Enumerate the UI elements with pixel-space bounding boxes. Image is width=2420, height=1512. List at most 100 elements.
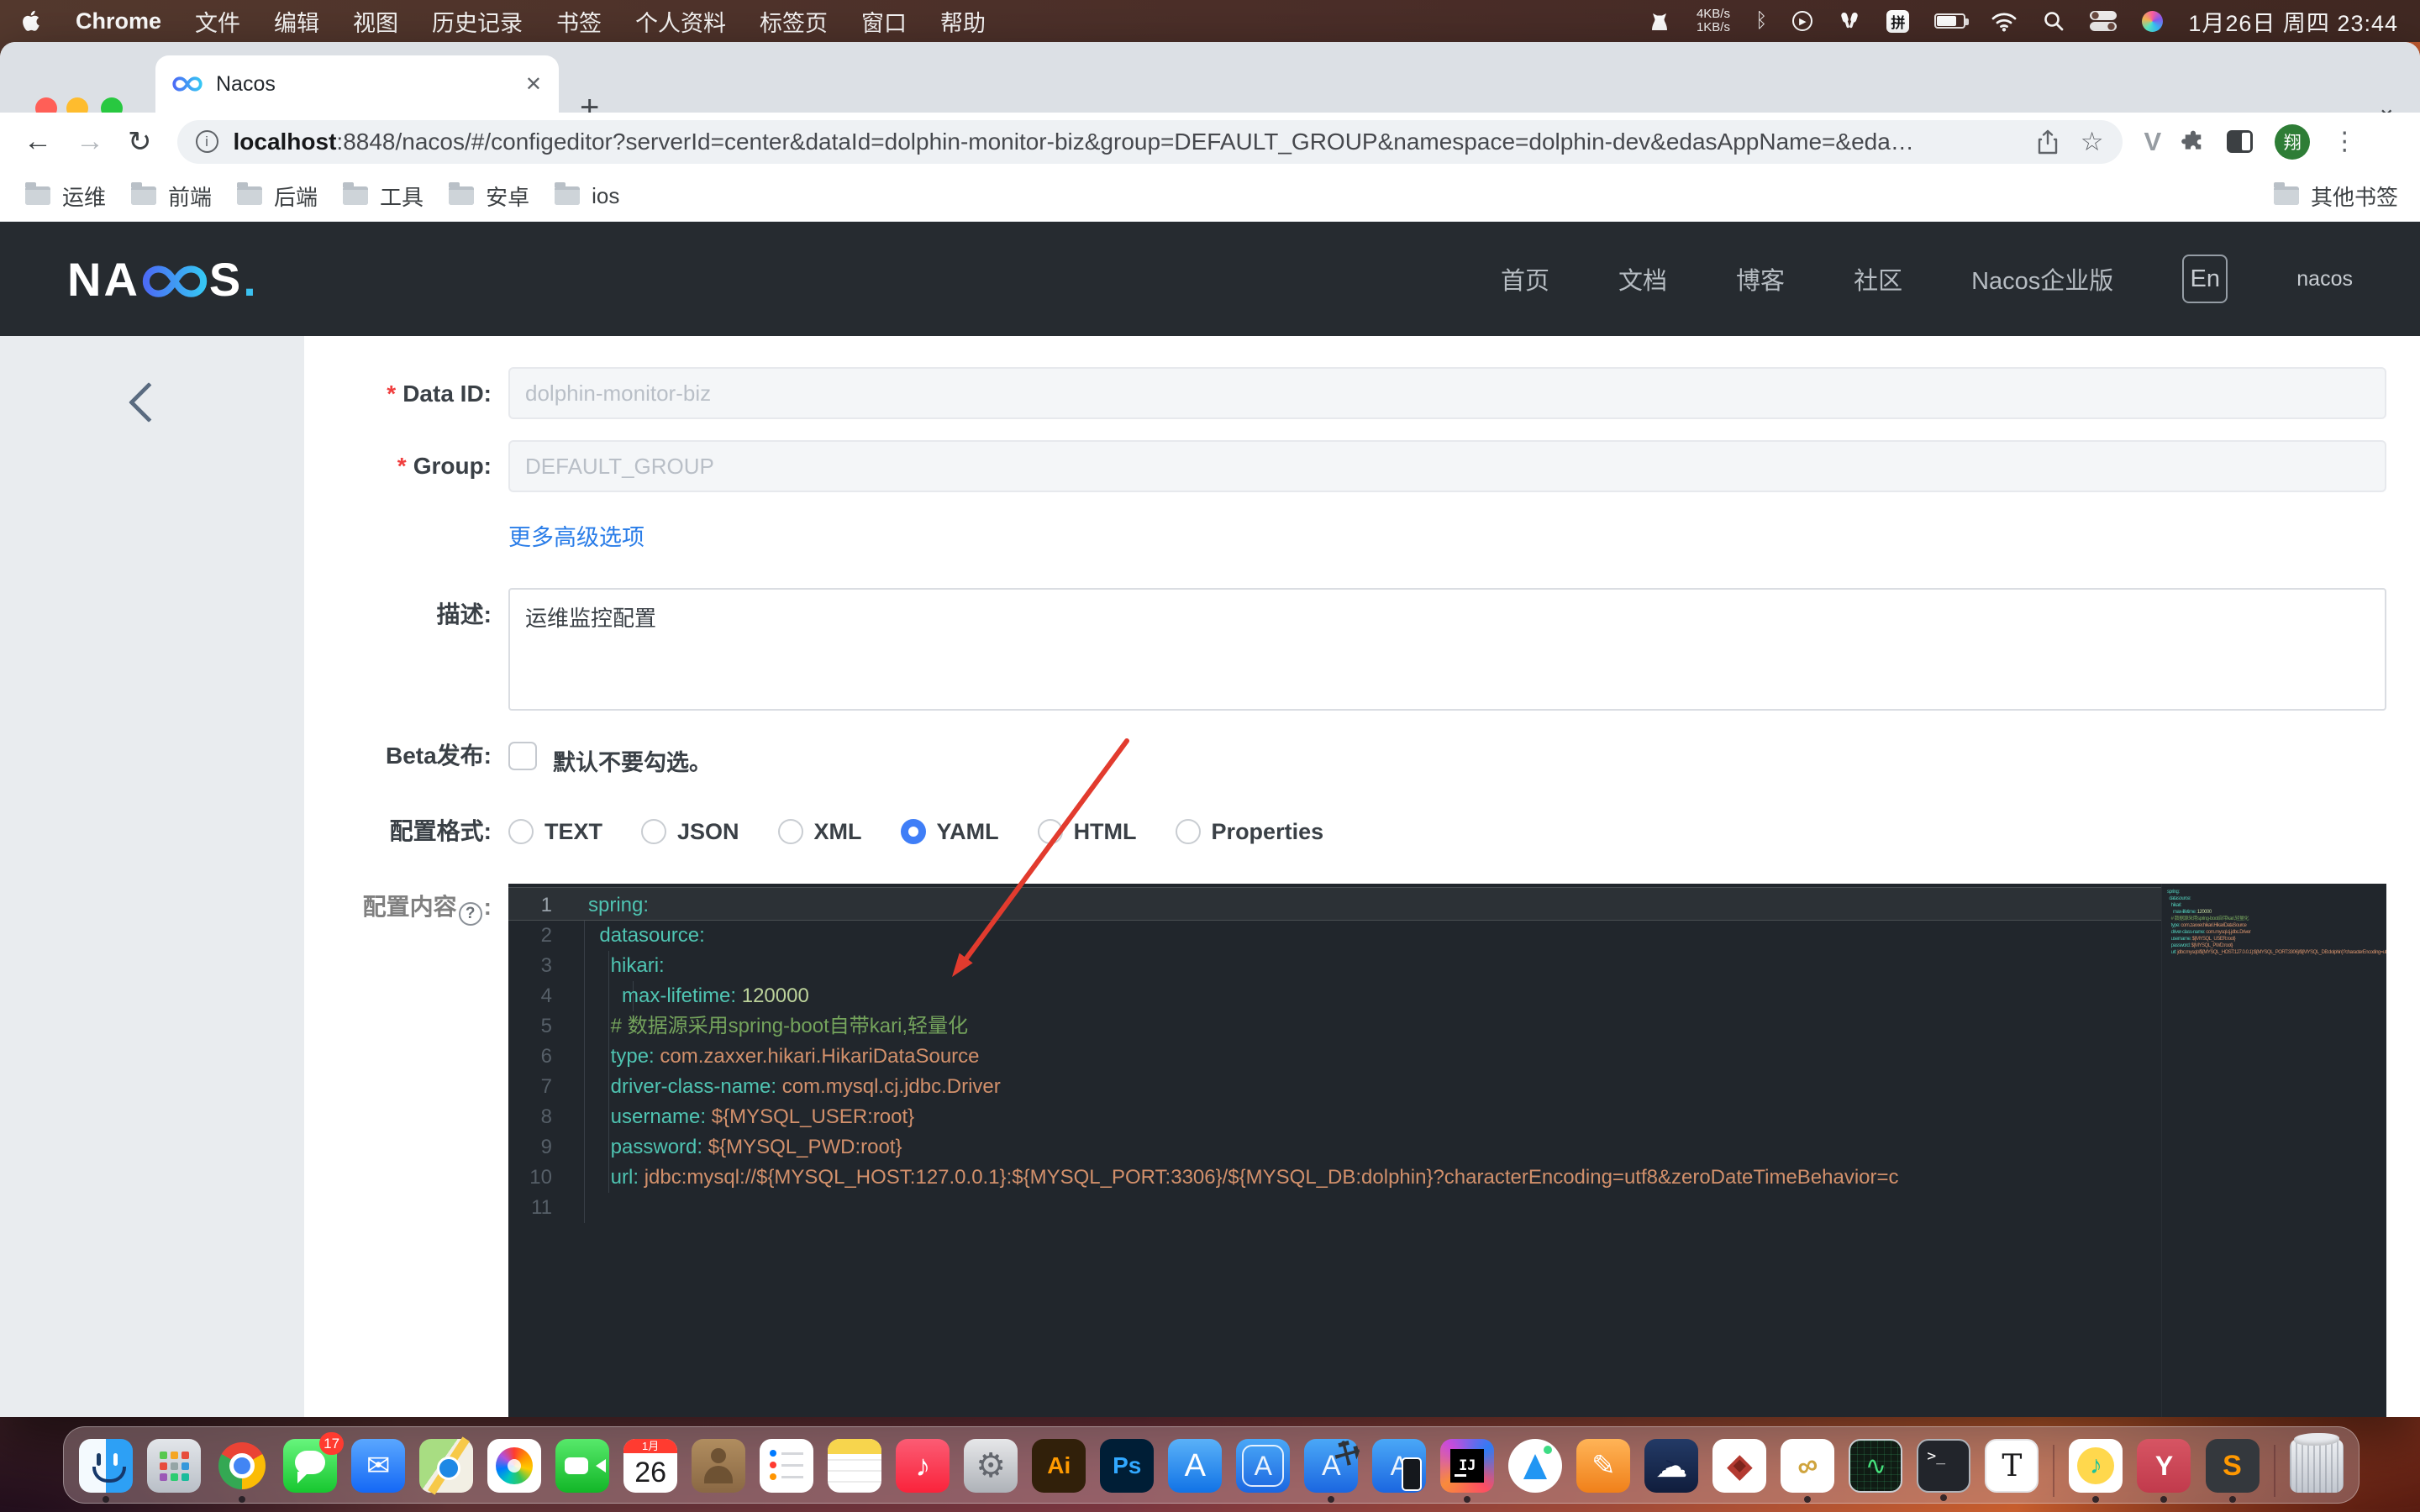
dock-adobe-photoshop[interactable]: Ps [1100, 1439, 1154, 1493]
dock-notes[interactable] [828, 1439, 881, 1493]
dock-reminders[interactable] [760, 1439, 813, 1493]
nacos-nav-item-0[interactable]: 首页 [1501, 261, 1549, 297]
dock-apple-music[interactable]: ♪ [896, 1439, 950, 1493]
group-input[interactable]: DEFAULT_GROUP [508, 440, 2386, 492]
help-icon[interactable]: ? [459, 902, 482, 926]
tab-close-icon[interactable]: ✕ [525, 72, 542, 97]
language-toggle[interactable]: En [2182, 255, 2228, 303]
site-info-icon[interactable]: i [196, 130, 218, 153]
bookmark-folder-2[interactable]: 后端 [237, 181, 318, 212]
menu-item-5[interactable]: 个人资料 [635, 5, 726, 38]
control-center-icon[interactable] [2090, 11, 2117, 31]
dock-intellij-idea[interactable]: IJ [1440, 1439, 1494, 1493]
logged-in-user[interactable]: nacos [2296, 267, 2353, 291]
dock-activity-monitor[interactable]: ∿ [1849, 1439, 1902, 1493]
dock-messages[interactable]: 17 [283, 1439, 337, 1493]
dock-app-store[interactable]: A [1168, 1439, 1222, 1493]
format-radio-text[interactable]: TEXT [508, 819, 602, 845]
config-content-editor[interactable]: 1spring:2 datasource:3 hikari:4 max-life… [508, 884, 2386, 1417]
active-app-name[interactable]: Chrome [76, 8, 161, 34]
dock-xcode[interactable]: A⚒ [1304, 1439, 1358, 1493]
back-button[interactable]: ← [24, 125, 52, 158]
advanced-options-link[interactable]: 更多高级选项 [508, 519, 644, 552]
menu-item-1[interactable]: 编辑 [274, 5, 319, 38]
dock-simulator[interactable]: A [1372, 1439, 1426, 1493]
dock-android-studio[interactable] [1508, 1439, 1562, 1493]
tab-nacos[interactable]: Nacos ✕ [155, 55, 559, 113]
bookmark-folder-1[interactable]: 前端 [131, 181, 212, 212]
bookmark-folder-3[interactable]: 工具 [343, 181, 424, 212]
menu-item-3[interactable]: 历史记录 [432, 5, 523, 38]
input-method-icon[interactable]: 拼 [1886, 10, 1909, 33]
profile-avatar[interactable]: 翔 [2275, 124, 2310, 160]
menu-item-4[interactable]: 书签 [556, 5, 602, 38]
menu-item-0[interactable]: 文件 [195, 5, 240, 38]
dock-launchpad[interactable] [147, 1439, 201, 1493]
dock-chrome[interactable] [215, 1439, 269, 1493]
code-line-7: 7 driver-class-name: com.mysql.cj.jdbc.D… [508, 1072, 2386, 1102]
dock-trash[interactable] [2290, 1439, 2344, 1493]
editor-minimap[interactable]: spring: datasource: hikari: max-lifetime… [2161, 884, 2386, 1417]
nacos-logo[interactable]: NA S . [67, 252, 259, 307]
menu-item-6[interactable]: 标签页 [760, 5, 828, 38]
bookmark-folder-4[interactable]: 安卓 [449, 181, 529, 212]
dock-redis-manager[interactable]: ◆ [1712, 1439, 1766, 1493]
dock-cloud-terminal[interactable]: ☁ [1644, 1439, 1698, 1493]
dock-navicat[interactable]: ∞ [1781, 1439, 1834, 1493]
battery-icon[interactable] [1934, 13, 1965, 29]
dock-testflight[interactable]: A [1236, 1439, 1290, 1493]
apple-menu-icon[interactable] [22, 9, 42, 33]
address-bar[interactable]: i localhost:8848/nacos/#/configeditor?se… [177, 120, 2123, 164]
menu-bar-clock[interactable]: 1月26日 周四 23:44 [2188, 5, 2398, 38]
wifi-icon[interactable] [1991, 11, 2018, 32]
dock-qq-music[interactable]: ♪ [2069, 1439, 2123, 1493]
siri-icon[interactable] [2142, 11, 2163, 32]
other-bookmarks[interactable]: 其他书签 [2274, 181, 2398, 212]
menu-item-8[interactable]: 帮助 [940, 5, 986, 38]
bookmark-folder-0[interactable]: 运维 [25, 181, 106, 212]
share-icon[interactable] [2037, 129, 2059, 155]
menu-item-2[interactable]: 视图 [353, 5, 398, 38]
spotlight-search-icon[interactable] [2043, 10, 2065, 32]
dock-maps[interactable] [419, 1439, 473, 1493]
data-id-input[interactable]: dolphin-monitor-biz [508, 367, 2386, 419]
dock-pages[interactable]: ✎ [1576, 1439, 1630, 1493]
bookmark-folder-5[interactable]: ios [555, 183, 619, 209]
side-panel-icon[interactable] [2227, 130, 2253, 153]
bluetooth-icon[interactable]: ᛒ [1755, 9, 1767, 33]
description-textarea[interactable]: 运维监控配置 [508, 588, 2386, 711]
reload-button[interactable]: ↻ [128, 125, 152, 159]
extensions-puzzle-icon[interactable] [2181, 130, 2205, 154]
dock-sublime-text[interactable]: S [2206, 1439, 2260, 1493]
airpods-icon[interactable] [1838, 11, 1861, 31]
url-text[interactable]: localhost:8848/nacos/#/configeditor?serv… [234, 129, 2027, 155]
format-radio-xml[interactable]: XML [778, 819, 862, 845]
network-speed-indicator[interactable]: 4KB/s 1KB/s [1697, 8, 1730, 34]
dock-mail[interactable]: ✉ [351, 1439, 405, 1493]
dock-finder[interactable] [79, 1439, 133, 1493]
dock-system-preferences[interactable]: ⚙ [964, 1439, 1018, 1493]
bookmark-star-icon[interactable]: ☆ [2081, 127, 2104, 157]
nacos-nav-item-1[interactable]: 文档 [1618, 261, 1667, 297]
nacos-nav-item-3[interactable]: 社区 [1854, 261, 1902, 297]
dock-adobe-illustrator[interactable]: Ai [1032, 1439, 1086, 1493]
extension-v-icon[interactable]: V [2144, 127, 2162, 157]
dock-facetime[interactable] [555, 1439, 609, 1493]
dock-contacts[interactable] [692, 1439, 745, 1493]
dock-photos[interactable] [487, 1439, 541, 1493]
forward-button[interactable]: → [76, 125, 104, 158]
now-playing-icon[interactable]: ▶ [1792, 11, 1812, 31]
runcat-icon[interactable] [1648, 10, 1671, 32]
dock-sourcetree[interactable]: Y [2137, 1439, 2191, 1493]
redis-manager-icon: ◆ [1712, 1439, 1766, 1493]
format-radio-properties[interactable]: Properties [1176, 819, 1324, 845]
menu-item-7[interactable]: 窗口 [861, 5, 907, 38]
nacos-nav-item-4[interactable]: Nacos企业版 [1971, 261, 2113, 297]
nacos-nav-item-2[interactable]: 博客 [1736, 261, 1785, 297]
format-radio-json[interactable]: JSON [641, 819, 739, 845]
chrome-menu-icon[interactable]: ⋮ [2332, 127, 2357, 156]
dock-calendar[interactable]: 1月26 [623, 1439, 677, 1493]
dock-typora[interactable]: T [1985, 1439, 2039, 1493]
beta-checkbox[interactable] [508, 742, 537, 770]
dock-terminal[interactable]: >_ [1917, 1439, 1970, 1493]
